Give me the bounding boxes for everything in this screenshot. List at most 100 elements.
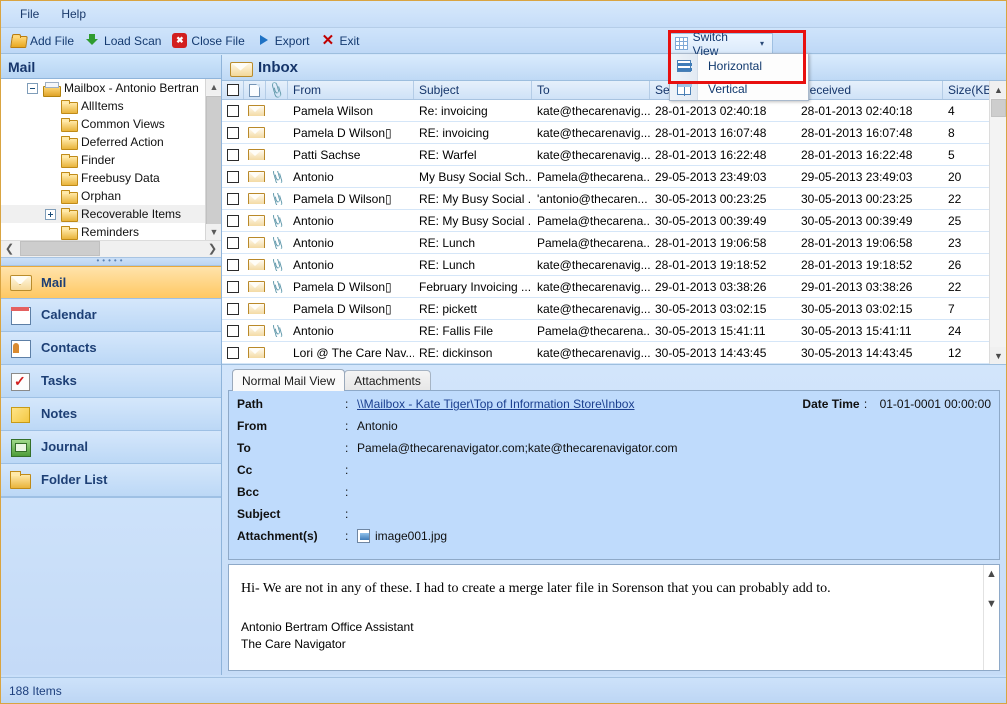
scroll-left-icon[interactable]: ❮	[1, 240, 18, 257]
tree-item[interactable]: Orphan	[1, 187, 205, 205]
tab-normal-mail-view[interactable]: Normal Mail View	[232, 369, 346, 391]
row-checkbox[interactable]	[222, 214, 244, 227]
status-bar: 188 Items	[1, 677, 1006, 703]
cell-to: kate@thecarenavig...	[537, 103, 650, 118]
calendar-icon	[9, 305, 31, 325]
nav-button-tasks[interactable]: Tasks	[1, 364, 221, 398]
row-checkbox[interactable]	[222, 324, 244, 337]
row-checkbox[interactable]	[222, 192, 244, 205]
row-checkbox[interactable]	[222, 280, 244, 293]
checkbox-icon[interactable]	[227, 192, 239, 205]
tree-item[interactable]: AllItems	[1, 97, 205, 115]
mail-body-scrollbar[interactable]: ▲ ▼	[983, 565, 999, 670]
table-row[interactable]: Patti Sachse RE: Warfel kate@thecarenavig.…	[222, 144, 989, 166]
column-header-from[interactable]: From	[288, 81, 414, 99]
tab-attachments[interactable]: Attachments	[344, 370, 431, 391]
menu-item-file[interactable]: File	[9, 4, 50, 24]
column-header-attachment[interactable]: 📎	[266, 81, 288, 99]
column-header-subject[interactable]: Subject	[414, 81, 532, 99]
scroll-up-icon[interactable]: ▲	[990, 81, 1006, 98]
nav-button-journal[interactable]: Journal	[1, 430, 221, 464]
cell-from: Antonio	[293, 323, 334, 338]
nav-button-contacts[interactable]: Contacts	[1, 331, 221, 365]
horizontal-label: Horizontal	[708, 58, 763, 73]
nav-button-notes[interactable]: Notes	[1, 397, 221, 431]
checkbox-icon[interactable]	[227, 148, 239, 161]
checkbox-icon[interactable]	[227, 214, 239, 227]
row-checkbox[interactable]	[222, 302, 244, 315]
scrollbar-thumb[interactable]	[991, 99, 1006, 117]
table-row[interactable]: Pamela D Wilson▯ RE: invoicing kate@thecar…	[222, 122, 989, 144]
table-row[interactable]: 📎 Pamela D Wilson▯ RE: My Busy Social ... '…	[222, 188, 989, 210]
row-checkbox[interactable]	[222, 236, 244, 249]
row-checkbox[interactable]	[222, 346, 244, 359]
scroll-down-icon[interactable]: ▼	[986, 598, 997, 610]
row-checkbox[interactable]	[222, 258, 244, 271]
tree-item[interactable]: Mailbox - Antonio Bertran	[1, 79, 205, 97]
expand-icon[interactable]	[45, 208, 56, 220]
select-all-checkbox[interactable]	[222, 81, 244, 99]
table-row[interactable]: Pamela D Wilson▯ RE: pickett kate@thecaren…	[222, 298, 989, 320]
table-row[interactable]: Lori @ The Care Nav... RE: dickinson kate@…	[222, 342, 989, 364]
table-row[interactable]: 📎 Antonio RE: Fallis File Pamela@thecarena.…	[222, 320, 989, 342]
table-row[interactable]: 📎 Antonio RE: Lunch Pamela@thecarena... 28-0…	[222, 232, 989, 254]
tree-item[interactable]: Freebusy Data	[1, 169, 205, 187]
row-checkbox[interactable]	[222, 104, 244, 117]
tree-item[interactable]: Recoverable Items	[1, 205, 205, 223]
column-header-received[interactable]: Received	[796, 81, 943, 99]
nav-button-mail[interactable]: Mail	[1, 265, 221, 299]
checkbox-icon[interactable]	[227, 324, 239, 337]
scroll-right-icon[interactable]: ❯	[204, 240, 221, 257]
collapse-icon[interactable]	[27, 82, 38, 94]
checkbox-icon[interactable]	[227, 280, 239, 293]
value-path[interactable]: \\Mailbox - Kate Tiger\Top of Informatio…	[357, 397, 634, 411]
column-header-item-type[interactable]	[244, 81, 266, 99]
cell-received: 30-05-2013 03:02:15	[801, 301, 913, 316]
message-type-cell	[244, 127, 266, 138]
scroll-up-icon[interactable]: ▲	[206, 79, 221, 95]
checkbox-icon[interactable]	[227, 258, 239, 271]
menu-item-help[interactable]: Help	[50, 4, 97, 24]
exit-button[interactable]: Exit	[316, 31, 366, 50]
table-row[interactable]: 📎 Antonio My Busy Social Sch... Pamela@thec…	[222, 166, 989, 188]
tasks-icon	[9, 371, 31, 391]
checkbox-icon[interactable]	[227, 126, 239, 139]
message-grid-vertical-scrollbar[interactable]: ▲ ▼	[989, 81, 1006, 364]
attachment-name[interactable]: image001.jpg	[375, 529, 447, 543]
checkbox-icon[interactable]	[227, 104, 239, 117]
checkbox-icon[interactable]	[227, 170, 239, 183]
row-checkbox[interactable]	[222, 126, 244, 139]
tree-item[interactable]: Finder	[1, 151, 205, 169]
nav-button-folder-list[interactable]: Folder List	[1, 463, 221, 497]
pane-resize-grip[interactable]: •••••	[1, 257, 221, 266]
tree-item[interactable]: Deferred Action	[1, 133, 205, 151]
menu-item-vertical[interactable]: Vertical	[670, 77, 808, 100]
tree-item[interactable]: Reminders	[1, 223, 205, 240]
checkbox-icon[interactable]	[227, 346, 239, 359]
tree-item[interactable]: Common Views	[1, 115, 205, 133]
cell-size: 5	[948, 147, 955, 162]
scrollbar-thumb-horizontal[interactable]	[20, 241, 100, 256]
nav-button-calendar[interactable]: Calendar	[1, 298, 221, 332]
column-header-to[interactable]: To	[532, 81, 650, 99]
table-row[interactable]: 📎 Antonio RE: My Busy Social ... Pamela@the…	[222, 210, 989, 232]
scroll-up-icon[interactable]: ▲	[986, 568, 997, 580]
switch-view-button[interactable]: Switch View ▾	[669, 30, 773, 58]
scroll-down-icon[interactable]: ▼	[206, 223, 221, 240]
checkbox-icon[interactable]	[226, 84, 239, 96]
row-checkbox[interactable]	[222, 148, 244, 161]
cell-sent: 29-05-2013 23:49:03	[655, 169, 767, 184]
close-file-button[interactable]: Close File	[168, 31, 251, 50]
load-scan-button[interactable]: Load Scan	[81, 31, 168, 50]
add-file-button[interactable]: Add File	[7, 31, 81, 50]
table-row[interactable]: Pamela Wilson Re: invoicing kate@thecarena…	[222, 100, 989, 122]
checkbox-icon[interactable]	[227, 302, 239, 315]
export-button[interactable]: Export	[252, 31, 317, 50]
table-row[interactable]: 📎 Pamela D Wilson▯ February Invoicing ... k…	[222, 276, 989, 298]
table-row[interactable]: 📎 Antonio RE: Lunch kate@thecarenavig... 28-…	[222, 254, 989, 276]
folder-tree-vertical-scrollbar[interactable]: ▲ ▼	[205, 79, 221, 256]
row-checkbox[interactable]	[222, 170, 244, 183]
folder-tree-horizontal-scrollbar[interactable]: ❮ ❯	[1, 239, 221, 257]
scroll-down-icon[interactable]: ▼	[990, 347, 1006, 364]
checkbox-icon[interactable]	[227, 236, 239, 249]
